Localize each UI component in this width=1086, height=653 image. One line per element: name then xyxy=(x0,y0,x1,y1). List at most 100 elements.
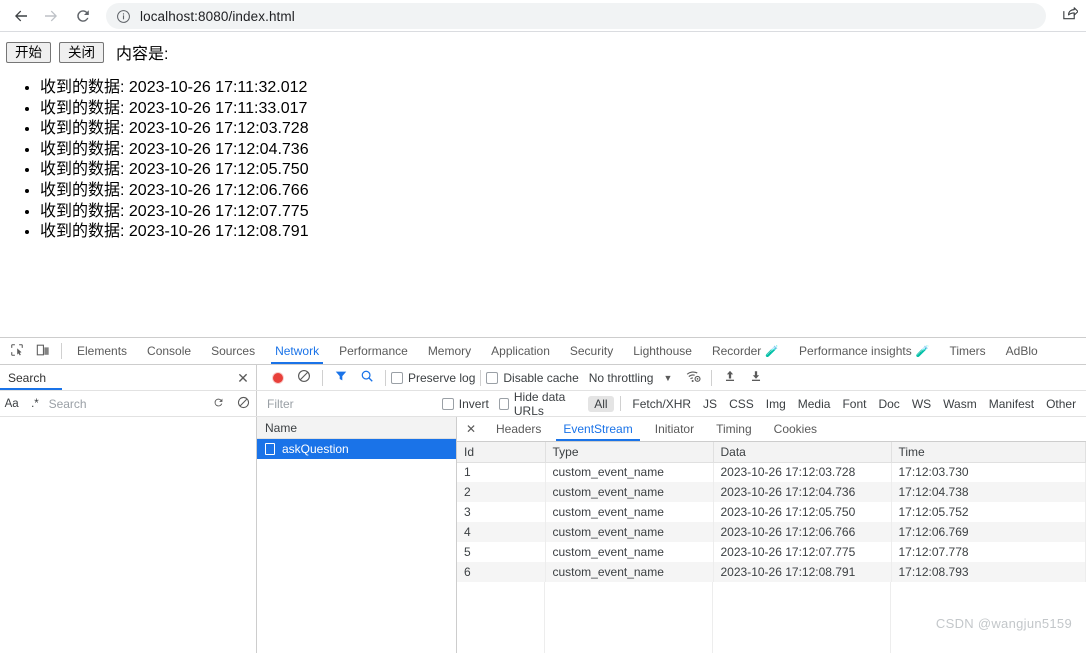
list-item: 收到的数据: 2023-10-26 17:12:05.750 xyxy=(40,160,1086,181)
column-header-data[interactable]: Data xyxy=(713,442,892,463)
tab-network[interactable]: Network xyxy=(265,338,329,364)
filter-toggle-button[interactable] xyxy=(328,365,354,391)
table-row[interactable]: 1 custom_event_name 2023-10-26 17:12:03.… xyxy=(457,462,1086,482)
list-item: 收到的数据: 2023-10-26 17:12:07.775 xyxy=(40,202,1086,223)
invert-checkbox[interactable]: Invert xyxy=(441,397,489,411)
tab-recorder[interactable]: Recorder 🧪 xyxy=(702,338,789,364)
filter-type-wasm[interactable]: Wasm xyxy=(937,396,983,412)
filter-divider xyxy=(619,396,621,411)
detail-tab-timing[interactable]: Timing xyxy=(705,417,763,441)
tab-timers[interactable]: Timers xyxy=(939,338,995,364)
regex-button[interactable]: .* xyxy=(23,398,46,410)
filter-type-media[interactable]: Media xyxy=(792,396,837,412)
filter-input[interactable] xyxy=(265,394,434,413)
request-row-askquestion[interactable]: askQuestion xyxy=(257,439,456,459)
column-filler xyxy=(457,582,545,653)
start-button[interactable]: 开始 xyxy=(6,41,51,63)
filter-type-fetch-xhr[interactable]: Fetch/XHR xyxy=(626,396,697,412)
filter-type-ws[interactable]: WS xyxy=(906,396,937,412)
search-input[interactable] xyxy=(46,394,206,413)
tab-label: Application xyxy=(491,344,550,358)
address-bar[interactable]: localhost:8080/index.html xyxy=(106,3,1046,29)
import-har-button[interactable] xyxy=(717,365,743,391)
tab-security[interactable]: Security xyxy=(560,338,623,364)
detail-tab-cookies[interactable]: Cookies xyxy=(763,417,828,441)
throttling-select[interactable]: No throttling xyxy=(589,371,654,385)
detail-tab-initiator[interactable]: Initiator xyxy=(644,417,705,441)
table-row[interactable]: 5 custom_event_name 2023-10-26 17:12:07.… xyxy=(457,542,1086,562)
tab-sources[interactable]: Sources xyxy=(201,338,265,364)
table-row[interactable]: 2 custom_event_name 2023-10-26 17:12:04.… xyxy=(457,482,1086,502)
info-circle-icon[interactable] xyxy=(116,9,131,24)
toolbar-divider xyxy=(480,369,482,386)
tab-label: EventStream xyxy=(563,422,633,436)
export-har-button[interactable] xyxy=(743,365,769,391)
checkbox-box xyxy=(391,371,403,384)
table-row[interactable]: 3 custom_event_name 2023-10-26 17:12:05.… xyxy=(457,502,1086,522)
filter-type-font[interactable]: Font xyxy=(836,396,872,412)
tab-application[interactable]: Application xyxy=(481,338,560,364)
preserve-log-checkbox[interactable]: Preserve log xyxy=(391,371,475,385)
share-icon xyxy=(1061,5,1079,27)
filter-type-img[interactable]: Img xyxy=(760,396,792,412)
back-button[interactable] xyxy=(6,1,36,31)
tab-memory[interactable]: Memory xyxy=(418,338,481,364)
record-button[interactable] xyxy=(265,365,291,391)
table-header-row: Id Type Data Time xyxy=(457,442,1086,463)
search-panel-title: Search xyxy=(8,370,47,385)
hide-data-urls-checkbox[interactable]: Hide data URLs xyxy=(498,390,582,418)
tab-console[interactable]: Console xyxy=(137,338,201,364)
table-row[interactable]: 6 custom_event_name 2023-10-26 17:12:08.… xyxy=(457,562,1086,582)
filter-type-css[interactable]: CSS xyxy=(723,396,760,412)
tab-performance[interactable]: Performance xyxy=(329,338,418,364)
detail-tab-eventstream[interactable]: EventStream xyxy=(552,417,643,441)
tab-adblock[interactable]: AdBlo xyxy=(996,338,1048,364)
cell-id: 2 xyxy=(457,482,546,502)
refresh-icon xyxy=(212,396,225,412)
cell-time: 17:12:05.752 xyxy=(891,502,1086,522)
cell-data: 2023-10-26 17:12:06.766 xyxy=(713,522,892,542)
search-clear-button[interactable] xyxy=(231,391,256,417)
filter-type-other[interactable]: Other xyxy=(1040,396,1082,412)
detail-close-button[interactable]: ✕ xyxy=(457,422,485,436)
stop-button[interactable]: 关闭 xyxy=(59,41,104,63)
chevron-down-icon[interactable]: ▼ xyxy=(663,373,672,383)
requests-pane: Name askQuestion xyxy=(257,417,457,653)
watermark: CSDN @wangjun5159 xyxy=(935,616,1072,631)
tab-lighthouse[interactable]: Lighthouse xyxy=(623,338,702,364)
cell-type: custom_event_name xyxy=(545,502,714,522)
reload-button[interactable] xyxy=(68,1,98,31)
device-toolbar-icon xyxy=(36,343,50,360)
search-toggle-button[interactable] xyxy=(354,365,380,391)
disable-cache-checkbox[interactable]: Disable cache xyxy=(486,370,579,385)
column-header-time[interactable]: Time xyxy=(891,442,1086,463)
search-close-button[interactable]: ✕ xyxy=(230,365,256,391)
network-conditions-button[interactable] xyxy=(680,365,706,391)
disable-cache-label: Disable cache xyxy=(503,370,579,385)
tab-label: Timers xyxy=(949,344,986,358)
clear-network-button[interactable] xyxy=(291,365,317,391)
forward-button[interactable] xyxy=(36,1,66,31)
column-header-type[interactable]: Type xyxy=(545,442,714,463)
tab-elements[interactable]: Elements xyxy=(67,338,137,364)
detail-tab-headers[interactable]: Headers xyxy=(485,417,552,441)
inspect-element-button[interactable] xyxy=(4,338,30,364)
filter-type-manifest[interactable]: Manifest xyxy=(983,396,1040,412)
filter-type-js[interactable]: JS xyxy=(697,396,723,412)
column-header-id[interactable]: Id xyxy=(457,442,546,463)
tab-performance-insights[interactable]: Performance insights 🧪 xyxy=(789,338,939,364)
filter-type-all[interactable]: All xyxy=(588,395,614,412)
flask-icon: 🧪 xyxy=(765,345,780,358)
search-title-underline xyxy=(0,388,62,390)
cell-time: 17:12:03.730 xyxy=(891,462,1086,482)
tab-label: Sources xyxy=(211,344,256,358)
match-case-button[interactable]: Aa xyxy=(0,398,23,410)
record-icon xyxy=(273,372,283,383)
share-button[interactable] xyxy=(1054,5,1084,27)
search-refresh-button[interactable] xyxy=(206,391,231,417)
toolbar-divider xyxy=(61,343,62,359)
tab-label: Security xyxy=(569,344,614,358)
device-toolbar-button[interactable] xyxy=(30,338,56,364)
filter-type-doc[interactable]: Doc xyxy=(872,396,905,412)
table-row[interactable]: 4 custom_event_name 2023-10-26 17:12:06.… xyxy=(457,522,1086,542)
